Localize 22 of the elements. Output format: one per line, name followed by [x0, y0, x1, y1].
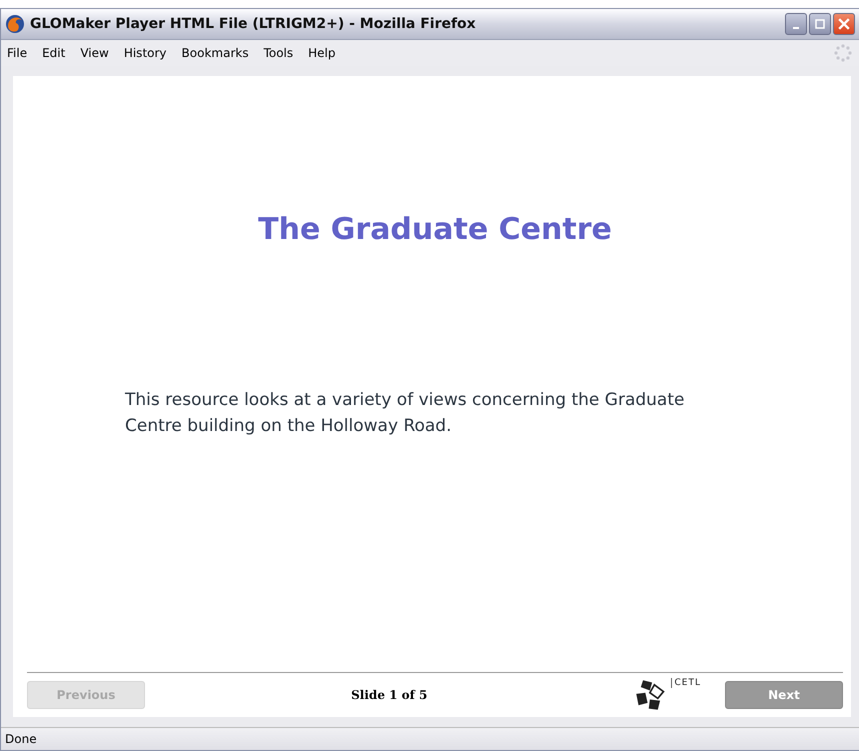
window-title: GLOMaker Player HTML File (LTRIGM2+) - Mozilla Firefox	[30, 16, 476, 32]
maximize-button[interactable]	[809, 13, 831, 35]
menu-item[interactable]: Tools	[264, 46, 294, 60]
minimize-icon	[793, 27, 799, 29]
menu-item[interactable]: History	[124, 46, 167, 60]
slide-title: The Graduate Centre	[257, 212, 613, 247]
menu-item[interactable]: Bookmarks	[182, 46, 249, 60]
minimize-button[interactable]	[785, 13, 807, 35]
browser-logo-icon	[5, 14, 25, 34]
slide-counter: Slide 1 of 5	[351, 688, 428, 702]
loading-icon	[833, 43, 853, 63]
close-button[interactable]	[833, 13, 855, 35]
recycle-logo-icon	[634, 678, 668, 712]
status-text: Done	[5, 732, 37, 746]
menu-item[interactable]: View	[80, 46, 109, 60]
close-icon	[838, 18, 850, 30]
menu-item[interactable]: Help	[308, 46, 336, 60]
menu-item[interactable]: Edit	[42, 46, 66, 60]
slide-text: This resource looks at a variety of views concerning the Graduate Centre building on the Holloway Road.	[125, 389, 686, 438]
maximize-icon	[815, 19, 825, 29]
menu-item[interactable]: File	[7, 46, 28, 60]
logo-text: CETL	[670, 678, 701, 688]
